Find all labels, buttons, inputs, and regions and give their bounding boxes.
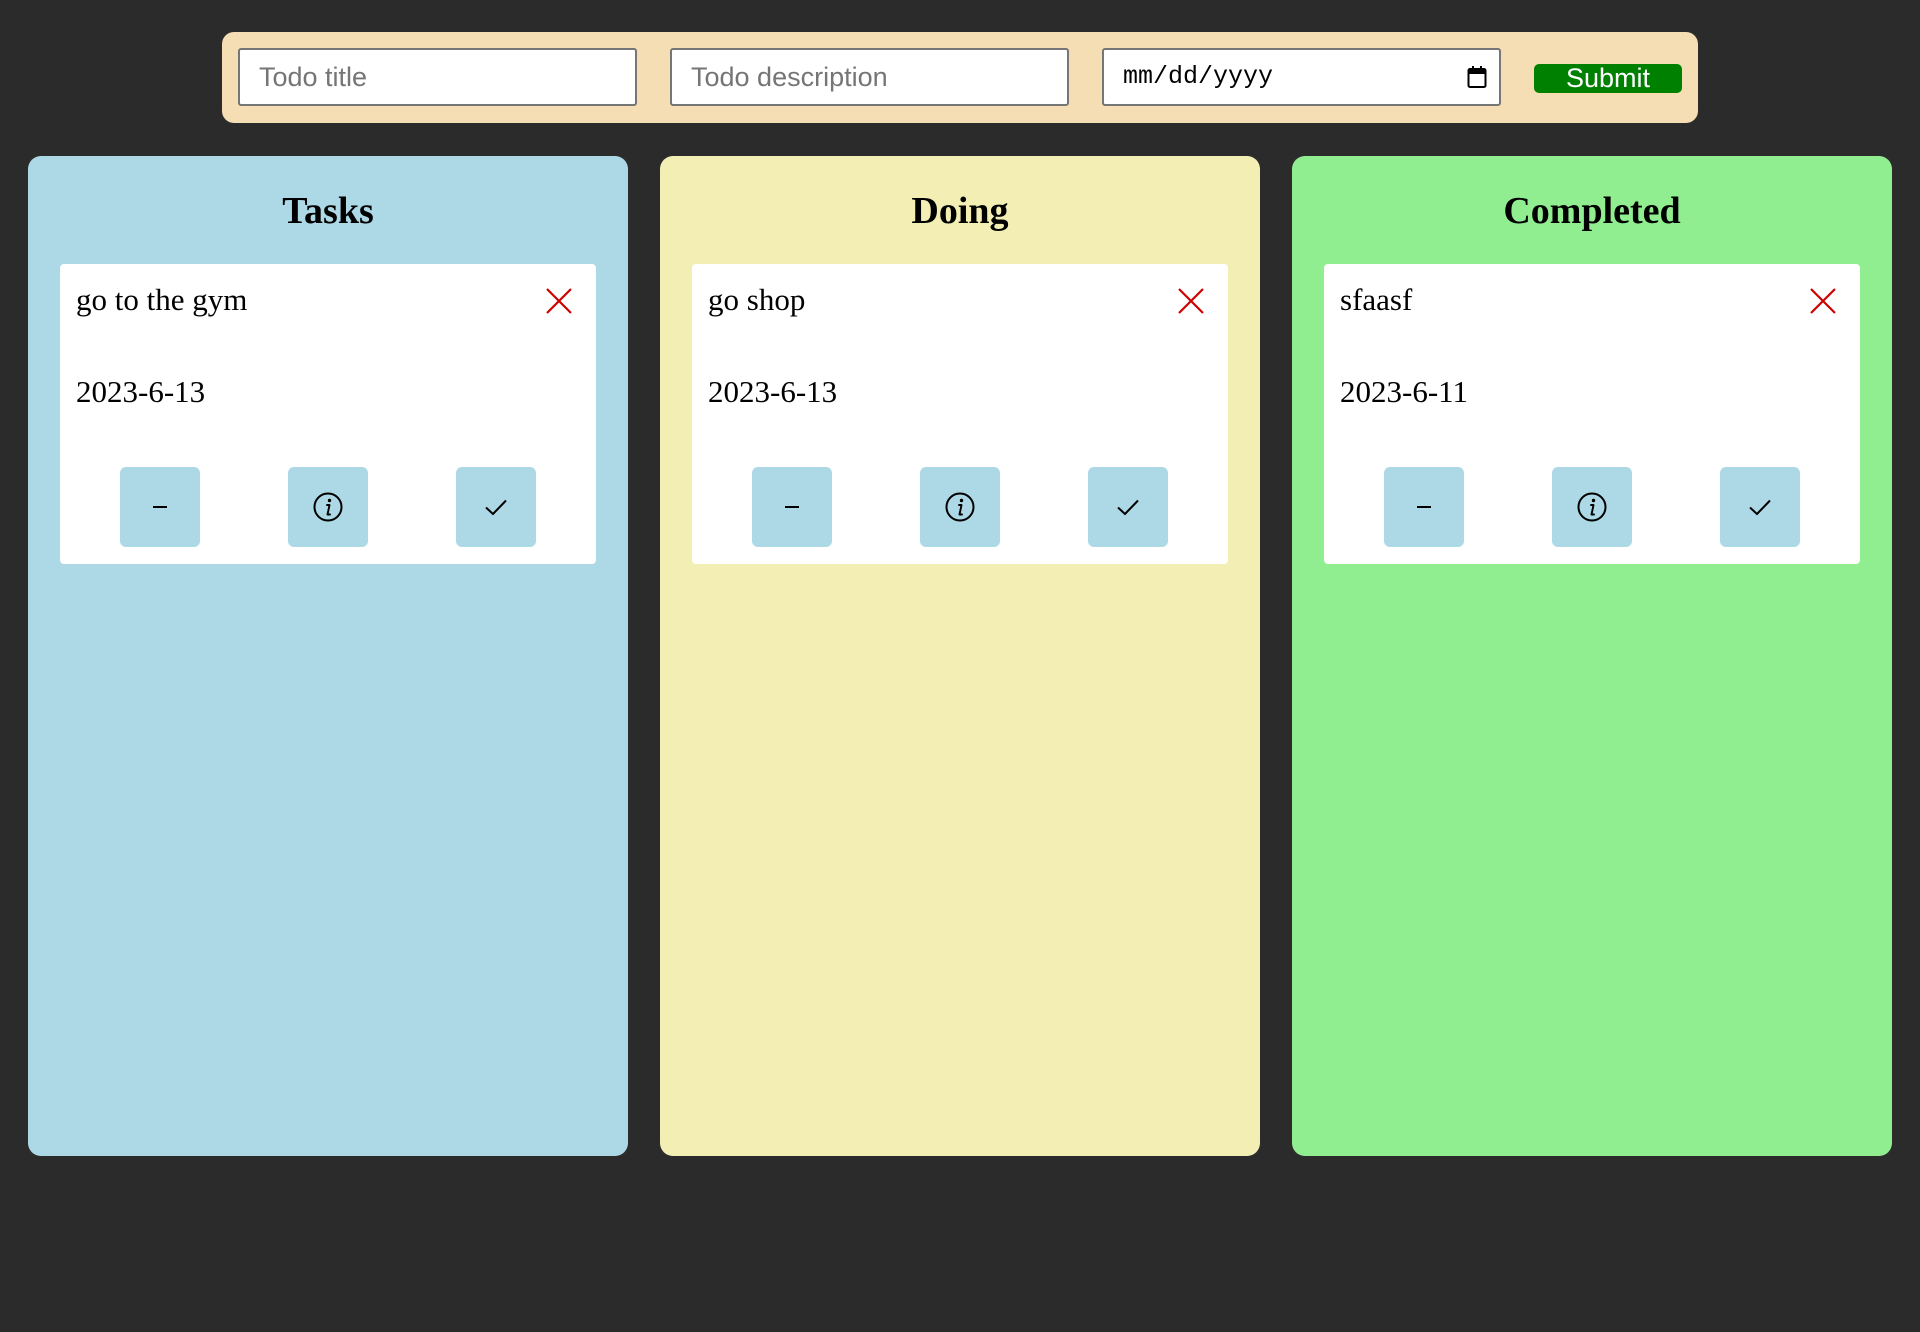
todo-card: go to the gym 2023-6-13 [60,264,596,564]
info-icon [945,492,975,522]
info-button[interactable] [920,467,1000,547]
minus-icon [785,506,799,508]
check-icon [485,499,507,516]
column-title: Completed [1503,190,1681,232]
move-forward-button[interactable] [1088,467,1168,547]
submit-button[interactable]: Submit [1534,64,1682,93]
todo-description-input[interactable]: Todo description [670,48,1069,106]
date-input-placeholder: mm/dd/yyyy [1123,62,1274,91]
doing-column: Doing go shop 2023-6-13 [660,156,1260,1156]
move-back-button[interactable] [120,467,200,547]
info-button[interactable] [288,467,368,547]
todo-form: Todo title Todo description mm/dd/yyyy S… [222,32,1698,123]
info-button[interactable] [1552,467,1632,547]
move-forward-button[interactable] [456,467,536,547]
card-title: go shop [708,282,806,317]
card-title: go to the gym [76,282,248,317]
todo-date-input[interactable]: mm/dd/yyyy [1102,48,1501,106]
card-date: 2023-6-13 [708,374,838,409]
column-title: Tasks [282,190,374,232]
move-forward-button[interactable] [1720,467,1800,547]
info-icon [1577,492,1607,522]
todo-title-input[interactable]: Todo title [238,48,637,106]
info-icon [313,492,343,522]
move-back-button[interactable] [1384,467,1464,547]
check-icon [1117,499,1139,516]
close-icon[interactable] [1808,286,1838,316]
minus-icon [153,506,167,508]
todo-card: sfaasf 2023-6-11 [1324,264,1860,564]
close-icon[interactable] [1176,286,1206,316]
card-title: sfaasf [1340,282,1413,317]
card-date: 2023-6-13 [76,374,206,409]
completed-column: Completed sfaasf 2023-6-11 [1292,156,1892,1156]
calendar-icon[interactable] [1467,65,1487,89]
column-title: Doing [911,190,1009,232]
todo-card: go shop 2023-6-13 [692,264,1228,564]
close-icon[interactable] [544,286,574,316]
check-icon [1749,499,1771,516]
minus-icon [1417,506,1431,508]
move-back-button[interactable] [752,467,832,547]
card-date: 2023-6-11 [1340,374,1468,409]
tasks-column: Tasks go to the gym 2023-6-13 [28,156,628,1156]
